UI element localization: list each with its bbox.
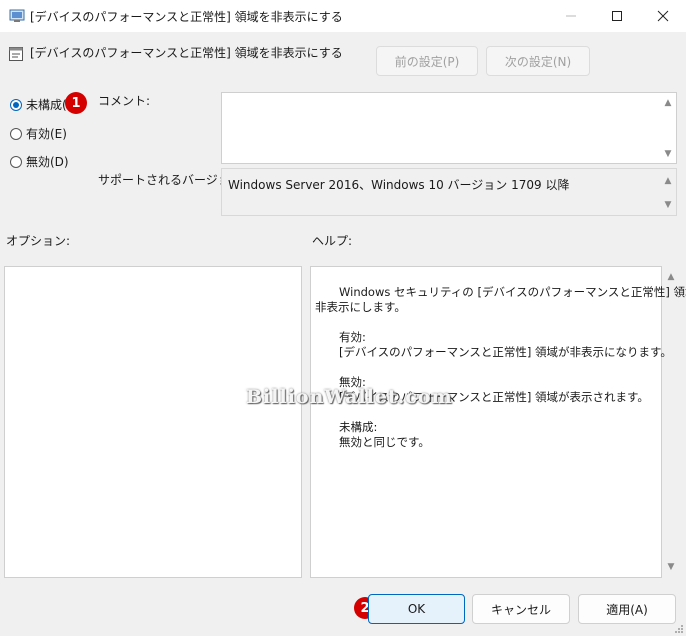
window-title: [デバイスのパフォーマンスと正常性] 領域を非表示にする bbox=[30, 10, 343, 24]
help-line-3: 有効: bbox=[339, 330, 366, 344]
help-panel: Windows セキュリティの [デバイスのパフォーマンスと正常性] 領域を 非… bbox=[310, 266, 686, 578]
scroll-up-icon[interactable]: ▲ bbox=[661, 98, 675, 108]
radio-disabled-dot[interactable] bbox=[10, 155, 22, 168]
ok-button[interactable]: OK bbox=[368, 594, 465, 624]
annotation-badge-1: 1 bbox=[65, 92, 87, 114]
help-line-1: Windows セキュリティの [デバイスのパフォーマンスと正常性] 領域を bbox=[339, 285, 686, 299]
scroll-down-icon[interactable]: ▼ bbox=[664, 562, 678, 572]
help-line-7: 未構成: bbox=[339, 420, 378, 434]
setting-icon bbox=[9, 47, 23, 61]
radio-enabled-dot[interactable] bbox=[10, 127, 22, 140]
scroll-down-icon[interactable]: ▼ bbox=[661, 200, 675, 210]
comment-field[interactable]: ▲ ▼ bbox=[221, 92, 677, 164]
apply-button[interactable]: 適用(A) bbox=[578, 594, 676, 624]
scroll-up-icon[interactable]: ▲ bbox=[661, 176, 675, 186]
help-line-4: [デバイスのパフォーマンスと正常性] 領域が非表示になります。 bbox=[339, 345, 672, 359]
supported-field: Windows Server 2016、Windows 10 バージョン 170… bbox=[221, 168, 677, 216]
help-scrollbar[interactable]: ▲ ▼ bbox=[663, 266, 679, 578]
resize-grip-icon[interactable] bbox=[672, 622, 684, 634]
cancel-button[interactable]: キャンセル bbox=[472, 594, 570, 624]
supported-value: Windows Server 2016、Windows 10 バージョン 170… bbox=[228, 178, 570, 192]
help-line-8: 無効と同じです。 bbox=[339, 435, 430, 449]
policy-icon bbox=[9, 9, 25, 22]
close-icon[interactable] bbox=[640, 0, 686, 32]
previous-setting-button[interactable]: 前の設定(P) bbox=[376, 46, 478, 76]
comment-scrollbar[interactable]: ▲ ▼ bbox=[661, 94, 675, 162]
comment-label: コメント: bbox=[98, 94, 151, 108]
radio-disabled-label: 無効(D) bbox=[26, 155, 69, 169]
watermark: BillionWallet.com bbox=[246, 386, 453, 408]
help-line-2: 非表示にします。 bbox=[315, 300, 406, 314]
radio-disabled[interactable]: 無効(D) bbox=[10, 153, 69, 170]
supported-scrollbar[interactable]: ▲ ▼ bbox=[661, 170, 675, 214]
radio-not-configured-dot[interactable] bbox=[10, 98, 22, 111]
setting-title: [デバイスのパフォーマンスと正常性] 領域を非表示にする bbox=[30, 46, 343, 60]
scroll-up-icon[interactable]: ▲ bbox=[664, 272, 678, 282]
options-label: オプション: bbox=[6, 234, 71, 248]
next-setting-button[interactable]: 次の設定(N) bbox=[486, 46, 590, 76]
help-label: ヘルプ: bbox=[312, 234, 353, 248]
radio-enabled[interactable]: 有効(E) bbox=[10, 125, 67, 142]
maximize-icon[interactable] bbox=[594, 0, 640, 32]
minimize-icon[interactable] bbox=[548, 0, 594, 32]
scroll-down-icon[interactable]: ▼ bbox=[661, 149, 675, 159]
radio-enabled-label: 有効(E) bbox=[26, 127, 67, 141]
options-panel bbox=[4, 266, 302, 578]
